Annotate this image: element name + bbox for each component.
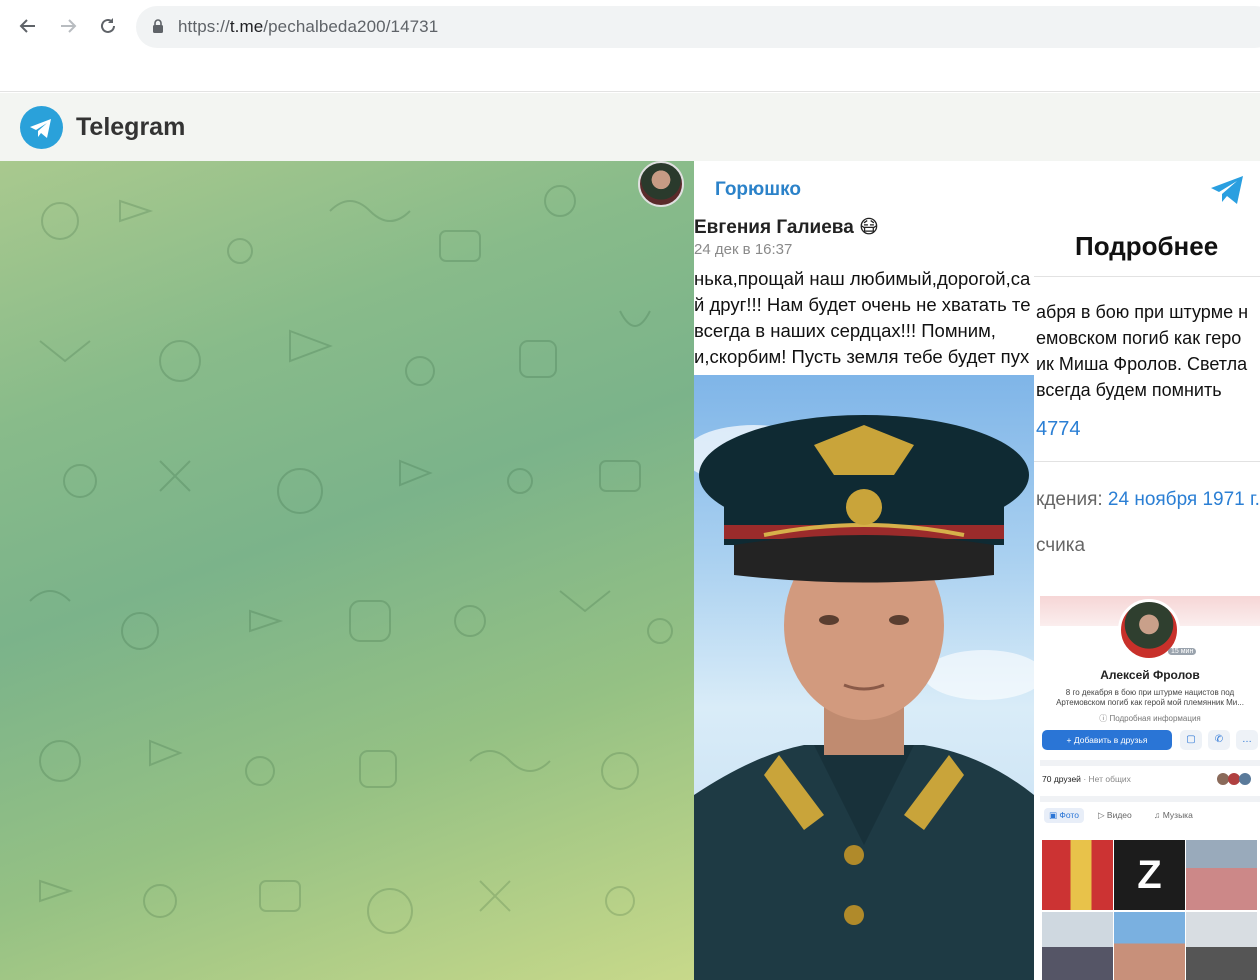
telegram-header: Telegram	[0, 93, 1260, 161]
forward-icon[interactable]	[52, 10, 84, 42]
doodle-pattern	[29, 185, 673, 934]
post-text-line: нька,прощай наш любимый,дорогой,са	[694, 268, 1031, 289]
status-line: абря в бою при штурме н	[1036, 302, 1249, 322]
post-text-line: всегда в наших сердцах!!! Помним,	[694, 320, 996, 341]
reload-icon[interactable]	[92, 10, 124, 42]
url-text: https://t.me/pechalbeda200/14731	[178, 17, 439, 36]
online-badge: 15 мин	[1168, 648, 1197, 655]
post-text-line: й друг!!! Нам будет очень не хватать те	[694, 294, 1031, 315]
status-line: емовском погиб как геро	[1036, 328, 1242, 348]
add-friend-button: + Добавить в друзья	[1042, 730, 1172, 750]
soldier-portrait	[694, 375, 1034, 980]
post-author: Евгения Галиева 😷	[694, 217, 879, 238]
friends-row: 70 друзей · Нет общих	[1040, 760, 1260, 790]
link-number[interactable]: 4774	[1036, 418, 1081, 441]
message-icon: ▢	[1180, 730, 1202, 750]
channel-avatar[interactable]	[638, 161, 684, 207]
tab-music: ♫ Музыка	[1154, 810, 1193, 820]
photo-thumb	[1186, 840, 1257, 910]
vk-post: Евгения Галиева 😷 24 дек в 16:37 нька,пр…	[694, 211, 1034, 980]
telegram-plane-icon	[1211, 176, 1243, 204]
photo-thumb	[1114, 912, 1185, 980]
tab-video: ▷ Видео	[1098, 810, 1132, 820]
birth-date: кдения: 24 ноября 1971 г.	[1036, 489, 1260, 510]
info-link: ⓘ Подробная информация	[1099, 714, 1201, 723]
photo-thumb	[1042, 912, 1113, 980]
post-text: нька,прощай наш любимый,дорогой,са й дру…	[694, 266, 1034, 370]
post-date: 24 дек в 16:37	[694, 241, 793, 258]
job-text: счика	[1036, 535, 1086, 556]
back-icon[interactable]	[12, 10, 44, 42]
address-bar[interactable]: https://t.me/pechalbeda200/14731	[136, 6, 1260, 48]
photo-thumb: Z	[1114, 840, 1185, 910]
more-details-button[interactable]: Подробнее	[1075, 231, 1218, 262]
message-photo[interactable]: Горюшко Евгения Галиева 😷 24 дек в 16:37…	[694, 161, 1260, 980]
friend-avatars	[1217, 773, 1251, 785]
browser-toolbar: https://t.me/pechalbeda200/14731	[0, 0, 1260, 92]
divider	[1034, 276, 1260, 277]
app-title[interactable]: Telegram	[76, 113, 185, 142]
media-tabs: ▣ Фото ▷ Видео ♫ Музыка	[1040, 796, 1260, 826]
post-text-line: и,скорбим! Пусть земля тебе будет пух	[694, 346, 1030, 367]
profile-status-text: абря в бою при штурме н емовском погиб к…	[1036, 299, 1248, 403]
vk-profile: Подробнее абря в бою при штурме н емовск…	[1034, 211, 1260, 980]
status-line: всегда будем помнить	[1036, 380, 1222, 400]
chat-background	[0, 161, 700, 980]
profile-name: Алексей Фролов	[1100, 668, 1200, 682]
divider	[1034, 461, 1260, 462]
telegram-logo-icon[interactable]	[20, 106, 63, 149]
photo-grid: Z	[1042, 840, 1258, 980]
lock-icon	[153, 19, 163, 33]
photo-thumb	[1042, 840, 1113, 910]
phone-icon: ✆	[1208, 730, 1230, 750]
profile-card: 15 мин Алексей Фролов 8 го декабря в бою…	[1040, 596, 1260, 980]
more-icon: …	[1236, 730, 1258, 750]
status-line: ик Миша Фролов. Светла	[1036, 354, 1248, 374]
profile-status: 8 го декабря в бою при штурме нацистов п…	[1056, 688, 1244, 707]
photo-thumb	[1186, 912, 1257, 980]
tab-photos: ▣ Фото	[1044, 808, 1084, 823]
channel-name[interactable]: Горюшко	[715, 179, 801, 201]
friends-count: 70 друзей · Нет общих	[1042, 774, 1131, 784]
